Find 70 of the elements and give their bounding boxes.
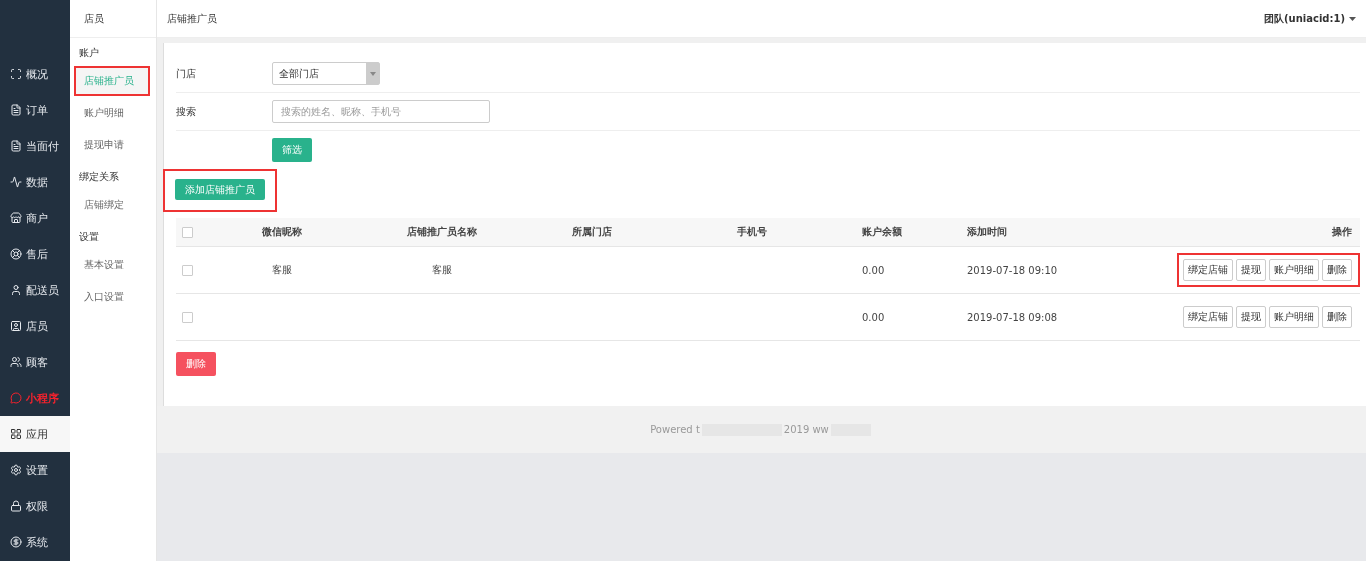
sidebar-item[interactable]: 店员	[0, 308, 70, 344]
column-header: 店铺推广员名称	[406, 225, 478, 239]
sidebar-item[interactable]: 权限	[0, 488, 70, 524]
column-header: 操作	[1331, 225, 1353, 239]
table-cell-text: 2019-07-18 09:10	[966, 264, 1059, 276]
row-action-button[interactable]: 提现	[1236, 259, 1266, 281]
submenu-title: 店员	[70, 0, 156, 38]
sidebar-item[interactable]: 配送员	[0, 272, 70, 308]
submenu-group-title: 设置	[78, 230, 100, 244]
row-action-button[interactable]: 删除	[1322, 259, 1352, 281]
coin-icon	[10, 536, 22, 548]
row-action-button[interactable]: 删除	[1322, 306, 1352, 328]
document-icon	[10, 140, 22, 152]
submenu-group-title: 账户	[78, 46, 100, 60]
chart-icon	[10, 176, 22, 188]
sidebar-item[interactable]: 商户	[0, 200, 70, 236]
sidebar-item[interactable]: 顾客	[0, 344, 70, 380]
lock-icon	[10, 500, 22, 512]
sidebar-item[interactable]: 概况	[0, 56, 70, 92]
sidebar-item[interactable]: 当面付	[0, 128, 70, 164]
field-label: 搜索	[176, 104, 197, 119]
submenu-group-title: 绑定关系	[78, 170, 120, 184]
column-header: 账户余额	[861, 225, 903, 239]
user-icon	[10, 284, 22, 296]
grid-icon	[10, 428, 22, 440]
row-action-button[interactable]: 提现	[1236, 306, 1266, 328]
table-cell-text: 0.00	[861, 264, 886, 276]
row-action-button[interactable]: 账户明细	[1269, 259, 1319, 281]
table-cell-text: 2019-07-18 09:08	[966, 311, 1059, 323]
row-action-button[interactable]: 绑定店铺	[1183, 306, 1233, 328]
sidebar-item[interactable]: 订单	[0, 92, 70, 128]
store-select[interactable]: 全部门店	[272, 62, 380, 85]
row-action-button[interactable]: 绑定店铺	[1183, 259, 1233, 281]
sidebar-item[interactable]: 应用	[0, 416, 70, 452]
lifebuoy-icon	[10, 248, 22, 260]
row-checkbox[interactable]	[182, 311, 193, 323]
user-badge-icon	[10, 320, 22, 332]
column-header: 微信昵称	[261, 225, 303, 239]
submenu-item[interactable]: 账户明细	[74, 98, 150, 128]
sidebar-item[interactable]: 数据	[0, 164, 70, 200]
account-menu[interactable]: 团队(uniacid:1)	[1263, 11, 1356, 26]
caret-icon	[1349, 16, 1356, 21]
submenu-item[interactable]: 基本设置	[74, 250, 150, 280]
sidebar-item[interactable]: 系统	[0, 524, 70, 560]
store-icon	[10, 212, 22, 224]
table-cell-text: 客服	[271, 263, 293, 277]
search-field[interactable]: 搜索的姓名、昵称、手机号	[272, 100, 490, 123]
table-cell-text: 0.00	[861, 311, 886, 323]
submenu-item[interactable]: 店铺绑定	[74, 190, 150, 220]
scan-icon	[10, 68, 22, 80]
document-icon	[10, 104, 22, 116]
sidebar-item[interactable]: 设置	[0, 452, 70, 488]
row-checkbox[interactable]	[182, 264, 193, 276]
settings-icon	[10, 464, 22, 476]
column-header: 所属门店	[571, 225, 613, 239]
page-title: 店铺推广员	[167, 11, 217, 26]
chat-icon	[10, 392, 22, 404]
select-all-checkbox[interactable]	[182, 226, 193, 238]
submenu-item[interactable]: 提现申请	[74, 130, 150, 160]
field-label: 门店	[176, 66, 197, 81]
column-header: 添加时间	[966, 225, 1008, 239]
column-header: 手机号	[736, 225, 768, 239]
footer-text: Powered t	[650, 424, 700, 435]
row-action-button[interactable]: 账户明细	[1269, 306, 1319, 328]
users-icon	[10, 356, 22, 368]
table-cell-text: 客服	[431, 263, 453, 277]
submenu-item[interactable]: 入口设置	[74, 282, 150, 312]
caret-icon	[369, 71, 376, 76]
footer-text: 2019 ww	[783, 424, 829, 435]
sidebar-item[interactable]: 售后	[0, 236, 70, 272]
